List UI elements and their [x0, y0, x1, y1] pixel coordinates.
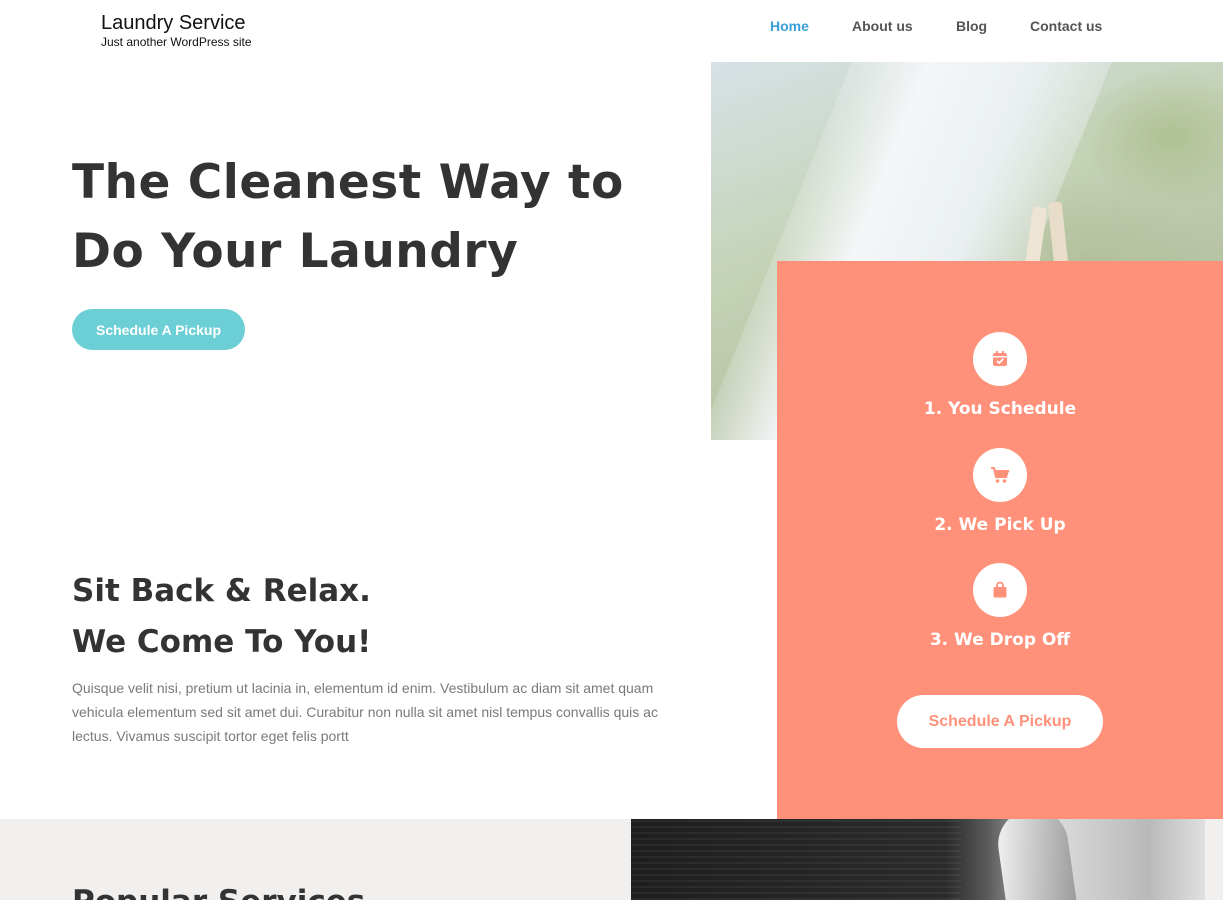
- hero-title-line1: The Cleanest Way to: [72, 155, 624, 210]
- relax-heading-line1: Sit Back & Relax.: [72, 573, 371, 609]
- nav-blog-link[interactable]: Blog: [956, 18, 987, 34]
- relax-heading: Sit Back & Relax. We Come To You!: [72, 566, 672, 668]
- step-pickup-label: 2. We Pick Up: [934, 515, 1066, 535]
- nav-home-link[interactable]: Home: [770, 18, 809, 34]
- nav-about-link[interactable]: About us: [852, 18, 913, 34]
- hero-title-line2: Do Your Laundry: [72, 224, 519, 279]
- site-header: Laundry Service Just another WordPress s…: [0, 0, 1223, 62]
- step-schedule-label: 1. You Schedule: [923, 399, 1077, 419]
- cart-icon: [973, 448, 1027, 502]
- relax-paragraph: Quisque velit nisi, pretium ut lacinia i…: [72, 680, 658, 744]
- step-schedule: 1. You Schedule: [777, 332, 1223, 422]
- step-pickup: 2. We Pick Up: [777, 448, 1223, 538]
- step-dropoff-label: 3. We Drop Off: [929, 630, 1071, 650]
- photo-iron-shape: [993, 819, 1079, 900]
- photo-texture: [631, 819, 961, 900]
- shopping-bag-icon: [973, 563, 1027, 617]
- step-dropoff: 3. We Drop Off: [777, 563, 1223, 653]
- hero-title: The Cleanest Way to Do Your Laundry: [72, 148, 692, 286]
- steps-panel: 1. You Schedule 2. We Pick Up 3. We Drop…: [777, 261, 1223, 819]
- services-photo: [631, 819, 1205, 900]
- relax-heading-line2: We Come To You!: [72, 624, 372, 660]
- nav-contact-link[interactable]: Contact us: [1030, 18, 1102, 34]
- services-heading: Popular Services: [72, 882, 365, 900]
- main-nav: Home About us Blog Contact us: [0, 18, 1223, 36]
- site-tagline: Just another WordPress site: [101, 35, 252, 49]
- calendar-check-icon: [973, 332, 1027, 386]
- hero-schedule-pickup-button[interactable]: Schedule A Pickup: [72, 309, 245, 350]
- steps-schedule-pickup-button[interactable]: Schedule A Pickup: [897, 695, 1103, 748]
